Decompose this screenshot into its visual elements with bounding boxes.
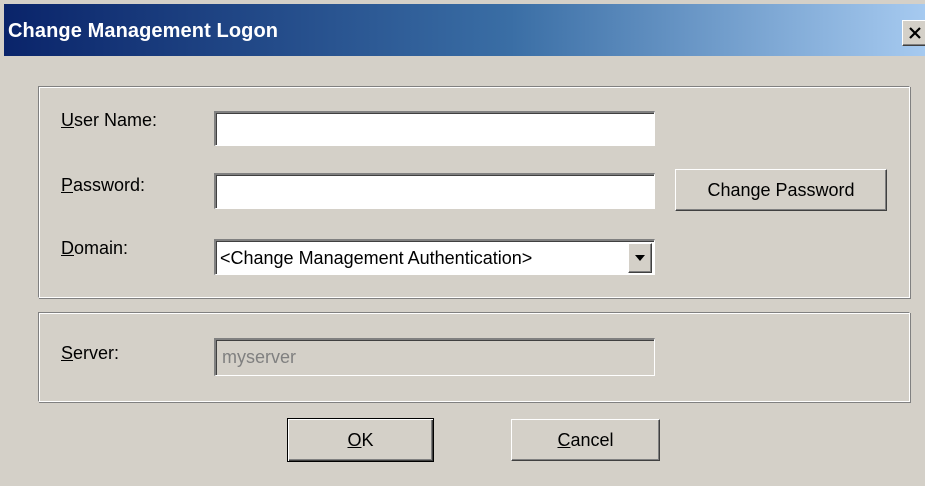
password-label: Password:	[61, 175, 146, 195]
user-name-input[interactable]	[214, 111, 655, 146]
window-title: Change Management Logon	[8, 20, 279, 42]
domain-dropdown-button[interactable]	[628, 243, 652, 273]
user-name-label: User Name:	[61, 110, 158, 130]
chevron-down-icon	[635, 255, 645, 261]
password-input[interactable]	[214, 173, 655, 209]
server-input	[214, 338, 655, 376]
change-password-button[interactable]: Change Password	[675, 169, 887, 211]
cancel-button[interactable]: Cancel	[511, 419, 660, 461]
domain-select[interactable]: <Change Management Authentication>	[214, 239, 655, 275]
server-label: Server:	[61, 343, 120, 363]
ok-button[interactable]: OK	[287, 418, 434, 462]
domain-label: Domain:	[61, 238, 129, 258]
domain-selected-value: <Change Management Authentication>	[220, 248, 533, 268]
cancel-button-label: Cancel	[557, 429, 614, 450]
close-icon	[909, 27, 921, 39]
ok-button-label: OK	[347, 429, 374, 450]
close-button[interactable]	[902, 20, 925, 46]
logon-dialog: Change Management Logon User Name: Passw…	[0, 0, 925, 486]
title-bar[interactable]: Change Management Logon	[4, 4, 925, 56]
